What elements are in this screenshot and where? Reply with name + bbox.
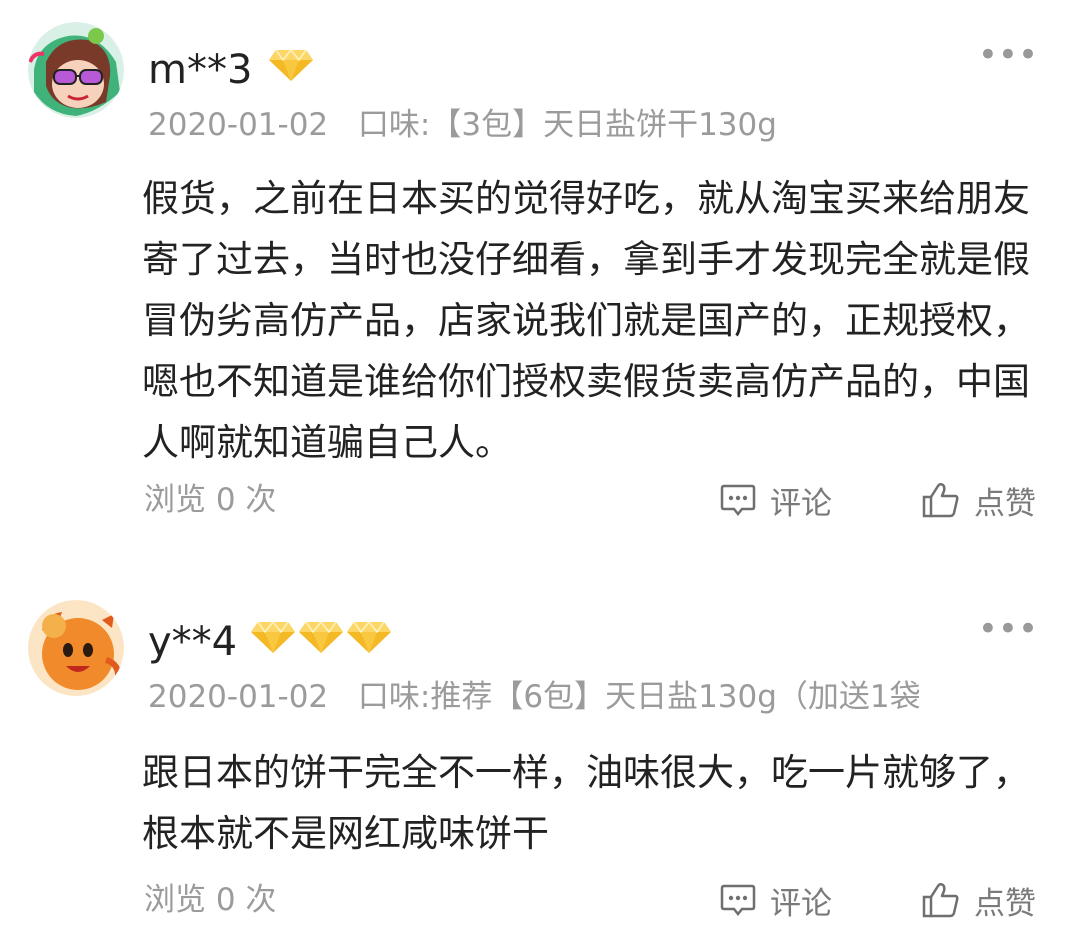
comment-bubble-icon	[720, 884, 756, 917]
review-meta: 2020-01-02 口味:推荐【6包】天日盐130g（加送1袋	[148, 682, 921, 713]
review-date: 2020-01-02	[148, 107, 329, 143]
level-badges	[268, 48, 314, 82]
user-avatar[interactable]	[28, 22, 124, 118]
thumbs-up-icon	[922, 482, 959, 518]
like-label: 点赞	[974, 485, 1036, 522]
diamond-icon	[251, 620, 295, 653]
view-count: 浏览 0 次	[144, 482, 277, 518]
flavor-prefix: 口味:推荐	[357, 679, 493, 715]
user-avatar[interactable]	[28, 600, 124, 696]
flavor-variant: 【3包】天日盐饼干130g	[430, 107, 777, 143]
comment-label: 评论	[770, 485, 832, 522]
level-badges	[250, 620, 392, 654]
comment-button[interactable]: 评论	[720, 878, 832, 922]
cartoon-orange-mascot-avatar	[28, 600, 124, 696]
review-content: 假货，之前在日本买的觉得好吃，就从淘宝买来给朋友寄了过去，当时也没仔细看，拿到手…	[142, 177, 1030, 464]
thumbs-up-icon	[922, 882, 959, 918]
like-button[interactable]: 点赞	[922, 478, 1036, 522]
like-label: 点赞	[974, 885, 1036, 922]
diamond-icon	[347, 620, 391, 653]
username: m**3	[148, 47, 253, 93]
comment-label: 评论	[770, 885, 832, 922]
view-count: 浏览 0 次	[144, 882, 277, 918]
review-meta: 2020-01-02 口味:【3包】天日盐饼干130g	[148, 110, 777, 141]
more-dots-icon[interactable]: •••	[978, 38, 1038, 72]
review-content: 跟日本的饼干完全不一样，油味很大，吃一片就够了，根本就不是网红咸味饼干	[142, 751, 1030, 855]
flavor-prefix: 口味:	[357, 107, 431, 143]
username: y**4	[148, 619, 238, 665]
cartoon-girl-sunglasses-avatar	[28, 22, 124, 118]
comment-button[interactable]: 评论	[720, 478, 832, 522]
diamond-icon	[269, 48, 313, 81]
more-dots-icon[interactable]: •••	[978, 612, 1038, 646]
diamond-icon	[299, 620, 343, 653]
comment-bubble-icon	[720, 484, 756, 517]
review-footer: 浏览 0 次 评论 点赞	[0, 478, 1080, 522]
flavor-variant: 【6包】天日盐130g（加送1袋	[492, 679, 921, 715]
like-button[interactable]: 点赞	[922, 878, 1036, 922]
review-date: 2020-01-02	[148, 679, 329, 715]
review-footer: 浏览 0 次 评论 点赞	[0, 878, 1080, 922]
